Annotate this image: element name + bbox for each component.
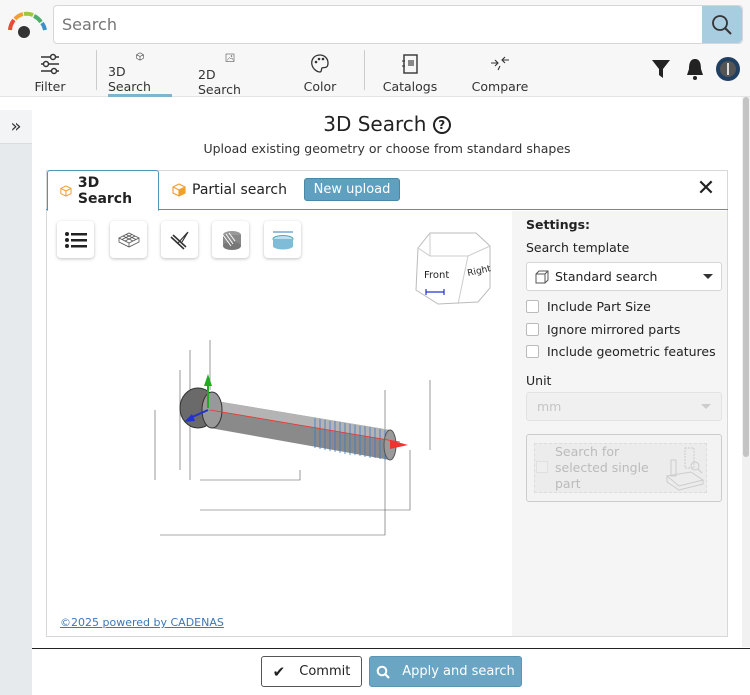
image-icon	[225, 53, 235, 62]
compare-icon	[491, 56, 509, 71]
nav-bar: Filter 3D Search 2D Search Color Catalog…	[0, 50, 750, 97]
partial-cube-icon	[172, 183, 186, 197]
view-cube[interactable]: Front Right	[408, 228, 494, 308]
tab-3d-search[interactable]: 3D Search	[47, 170, 159, 211]
catalog-icon	[402, 54, 418, 74]
nav-color[interactable]: Color	[300, 50, 340, 97]
unit-label: Unit	[526, 373, 552, 388]
sliders-icon	[41, 53, 59, 75]
checkbox[interactable]	[526, 323, 539, 336]
nav-compare[interactable]: Compare	[470, 50, 530, 97]
nav-catalogs[interactable]: Catalogs	[380, 50, 440, 97]
left-sidebar	[0, 110, 32, 695]
dimensions-button[interactable]	[264, 221, 301, 258]
include-geometric-features-checkbox[interactable]: Include geometric features	[526, 344, 716, 359]
section-button[interactable]	[212, 221, 249, 258]
check-icon: ✔	[272, 662, 286, 681]
view-cube-front[interactable]: Front	[424, 270, 449, 281]
search-template-label: Search template	[526, 240, 630, 255]
cube-icon	[136, 52, 144, 61]
single-part-label: Search for selected single part	[555, 444, 649, 491]
cylinder-dimension-icon	[272, 231, 293, 249]
include-part-size-checkbox[interactable]: Include Part Size	[526, 299, 651, 314]
search-icon	[712, 14, 732, 35]
search-button[interactable]	[702, 6, 742, 43]
nav-3d-search[interactable]: 3D Search	[108, 50, 172, 97]
search-input[interactable]	[53, 5, 743, 44]
wireframe-button[interactable]	[110, 221, 147, 258]
measure-button[interactable]	[161, 221, 198, 258]
checkbox[interactable]	[526, 300, 539, 313]
new-upload-button[interactable]: New upload	[304, 178, 400, 201]
search-icon	[376, 665, 390, 679]
nav-filter[interactable]: Filter	[30, 50, 70, 97]
part-search-icon	[665, 447, 705, 491]
bolt-model-preview	[154, 340, 431, 536]
list-icon	[64, 231, 87, 248]
cadenas-link[interactable]: ©2025 powered by CADENAS	[60, 616, 224, 629]
cube-icon	[60, 184, 72, 197]
expand-sidebar-button[interactable]: »	[0, 110, 32, 144]
nav-2d-search[interactable]: 2D Search	[198, 50, 262, 97]
cube-icon	[535, 270, 549, 283]
unit-select[interactable]: mm	[526, 392, 722, 421]
commit-button[interactable]: ✔ Commit	[261, 656, 362, 687]
ignore-mirrored-parts-checkbox[interactable]: Ignore mirrored parts	[526, 322, 680, 337]
list-view-button[interactable]	[57, 221, 94, 258]
search-template-select[interactable]: Standard search	[526, 262, 722, 291]
help-icon[interactable]: ?	[432, 116, 451, 134]
section-cylinder-icon	[222, 230, 241, 250]
page-subtitle: Upload existing geometry or choose from …	[203, 141, 571, 156]
settings-heading: Settings:	[526, 217, 591, 232]
close-icon[interactable]: ✕	[694, 177, 718, 201]
funnel-icon[interactable]	[651, 58, 671, 80]
footer-divider	[32, 648, 750, 649]
checkbox[interactable]	[526, 345, 539, 358]
logo-gauge-icon	[8, 11, 47, 38]
avatar[interactable]	[715, 56, 741, 82]
tab-partial-search[interactable]: Partial search	[160, 170, 299, 210]
wireframe-icon	[117, 232, 140, 247]
page-title: 3D Search ?	[32, 112, 742, 136]
compass-ruler-icon	[169, 231, 189, 250]
chevron-down-icon	[701, 404, 711, 409]
single-part-checkbox[interactable]	[536, 461, 548, 473]
bell-icon[interactable]	[685, 57, 705, 81]
scrollbar-thumb[interactable]	[743, 97, 749, 457]
palette-icon	[311, 54, 329, 73]
chevrons-right-icon: »	[10, 116, 22, 137]
chevron-down-icon	[703, 274, 713, 279]
apply-and-search-button[interactable]: Apply and search	[369, 656, 522, 687]
